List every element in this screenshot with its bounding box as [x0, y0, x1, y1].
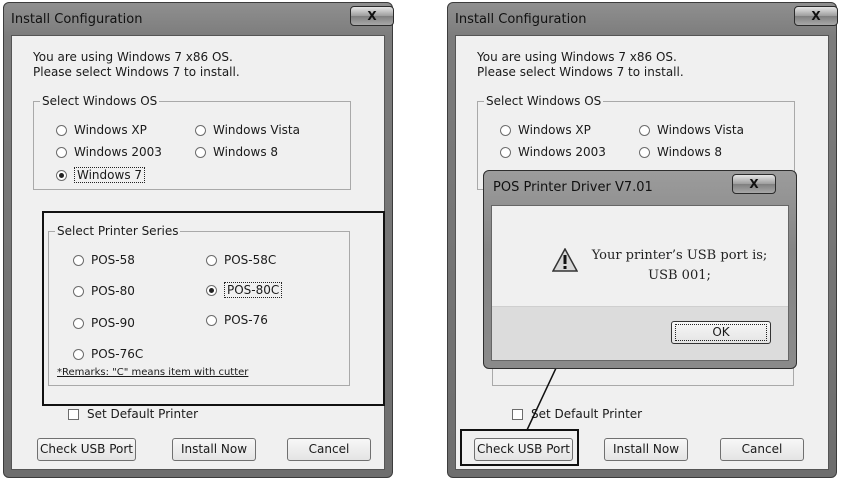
ok-button-label: OK [675, 324, 767, 341]
dialog-message-line1: Your printer’s USB port is; [591, 248, 768, 263]
dialog-message: Your printer’s USB port is; USB 001; [572, 246, 787, 286]
dialog-message-line2: USB 001; [648, 268, 711, 283]
usb-port-dialog: POS Printer Driver V7.01 X Your printer’… [483, 170, 797, 369]
dialog-body: Your printer’s USB port is; USB 001; OK [491, 205, 789, 361]
dialog-title: POS Printer Driver V7.01 [493, 180, 653, 195]
dialog-button-bar: OK [492, 306, 788, 360]
dialog-close-button[interactable]: X [732, 174, 776, 194]
ok-button[interactable]: OK [671, 321, 771, 344]
